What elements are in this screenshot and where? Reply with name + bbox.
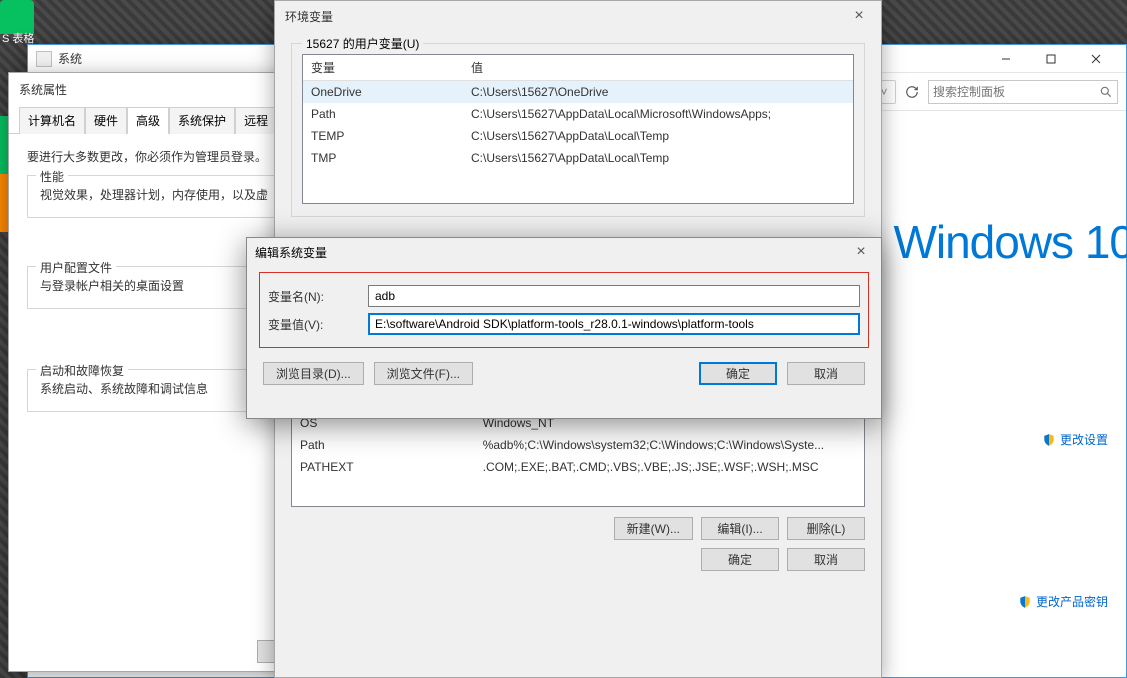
var-name-cell: TMP <box>303 147 463 169</box>
col-value[interactable]: 值 <box>463 55 853 81</box>
var-value-cell: C:\Users\15627\AppData\Local\Temp <box>463 147 853 169</box>
search-icon <box>1099 85 1113 99</box>
sidebar-app-strip <box>0 116 8 174</box>
minimize-button[interactable] <box>983 45 1028 73</box>
shield-icon <box>1018 595 1032 609</box>
edit-sys-var-dialog: 编辑系统变量 × 变量名(N): 变量值(V): 浏览目录(D)... 浏览文件… <box>246 237 882 419</box>
tab-hardware[interactable]: 硬件 <box>85 107 127 134</box>
var-name-cell: Path <box>292 434 475 456</box>
tab-computer-name[interactable]: 计算机名 <box>19 107 85 134</box>
close-icon[interactable]: × <box>849 243 873 261</box>
new-button[interactable]: 新建(W)... <box>614 517 693 540</box>
var-value-cell: %adb%;C:\Windows\system32;C:\Windows;C:\… <box>475 434 864 456</box>
env-title-text: 环境变量 <box>285 8 333 25</box>
var-value-cell: C:\Users\15627\AppData\Local\Microsoft\W… <box>463 103 853 125</box>
close-button[interactable] <box>1073 45 1118 73</box>
tab-advanced[interactable]: 高级 <box>127 107 169 134</box>
maximize-button[interactable] <box>1028 45 1073 73</box>
search-box[interactable] <box>928 80 1118 104</box>
edit-titlebar[interactable]: 编辑系统变量 × <box>247 238 881 266</box>
change-settings-link[interactable]: 更改设置 <box>1042 431 1108 448</box>
windows10-brand: Windows 10 <box>893 215 1127 269</box>
var-name-cell: OneDrive <box>303 81 463 104</box>
search-input[interactable] <box>933 85 1099 99</box>
link-label: 更改产品密钥 <box>1036 593 1108 610</box>
system-icon <box>36 51 52 67</box>
browse-file-button[interactable]: 浏览文件(F)... <box>374 362 473 385</box>
shield-icon <box>1042 433 1056 447</box>
var-name-label: 变量名(N): <box>268 288 358 305</box>
sidebar-app-strip <box>0 174 8 232</box>
var-value-cell: C:\Users\15627\AppData\Local\Temp <box>463 125 853 147</box>
refresh-icon[interactable] <box>902 82 922 102</box>
var-name-cell: Path <box>303 103 463 125</box>
edit-cancel-button[interactable]: 取消 <box>787 362 865 385</box>
edit-button[interactable]: 编辑(I)... <box>701 517 779 540</box>
table-row[interactable]: OneDriveC:\Users\15627\OneDrive <box>303 81 853 104</box>
env-titlebar[interactable]: 环境变量 × <box>275 1 881 31</box>
tab-remote[interactable]: 远程 <box>235 107 277 134</box>
user-vars-group: 15627 的用户变量(U) 变量 值 OneDriveC:\Users\156… <box>291 43 865 217</box>
perf-legend: 性能 <box>36 168 68 185</box>
table-row[interactable]: PathC:\Users\15627\AppData\Local\Microso… <box>303 103 853 125</box>
edit-ok-button[interactable]: 确定 <box>699 362 777 385</box>
var-value-input[interactable] <box>368 313 860 335</box>
col-variable[interactable]: 变量 <box>303 55 463 81</box>
user-vars-legend: 15627 的用户变量(U) <box>302 35 423 52</box>
env-cancel-button[interactable]: 取消 <box>787 548 865 571</box>
table-row[interactable]: Path%adb%;C:\Windows\system32;C:\Windows… <box>292 434 864 456</box>
profile-legend: 用户配置文件 <box>36 259 116 276</box>
tab-system-protection[interactable]: 系统保护 <box>169 107 235 134</box>
var-name-cell: PATHEXT <box>292 456 475 478</box>
var-name-input[interactable] <box>368 285 860 307</box>
link-label: 更改设置 <box>1060 431 1108 448</box>
edit-title: 编辑系统变量 <box>255 244 327 261</box>
change-product-key-link[interactable]: 更改产品密钥 <box>1018 593 1108 610</box>
browse-dir-button[interactable]: 浏览目录(D)... <box>263 362 364 385</box>
env-ok-button[interactable]: 确定 <box>701 548 779 571</box>
close-icon[interactable]: × <box>847 7 871 25</box>
var-value-label: 变量值(V): <box>268 316 358 333</box>
delete-button[interactable]: 删除(L) <box>787 517 865 540</box>
user-vars-table[interactable]: 变量 值 OneDriveC:\Users\15627\OneDrivePath… <box>302 54 854 204</box>
startup-legend: 启动和故障恢复 <box>36 362 128 379</box>
table-row[interactable]: PATHEXT.COM;.EXE;.BAT;.CMD;.VBS;.VBE;.JS… <box>292 456 864 478</box>
highlighted-fields: 变量名(N): 变量值(V): <box>259 272 869 348</box>
var-name-cell: TEMP <box>303 125 463 147</box>
table-row[interactable]: TMPC:\Users\15627\AppData\Local\Temp <box>303 147 853 169</box>
wps-spreadsheet-icon[interactable] <box>0 0 34 34</box>
var-value-cell: .COM;.EXE;.BAT;.CMD;.VBS;.VBE;.JS;.JSE;.… <box>475 456 864 478</box>
table-row[interactable]: TEMPC:\Users\15627\AppData\Local\Temp <box>303 125 853 147</box>
var-value-cell: C:\Users\15627\OneDrive <box>463 81 853 104</box>
